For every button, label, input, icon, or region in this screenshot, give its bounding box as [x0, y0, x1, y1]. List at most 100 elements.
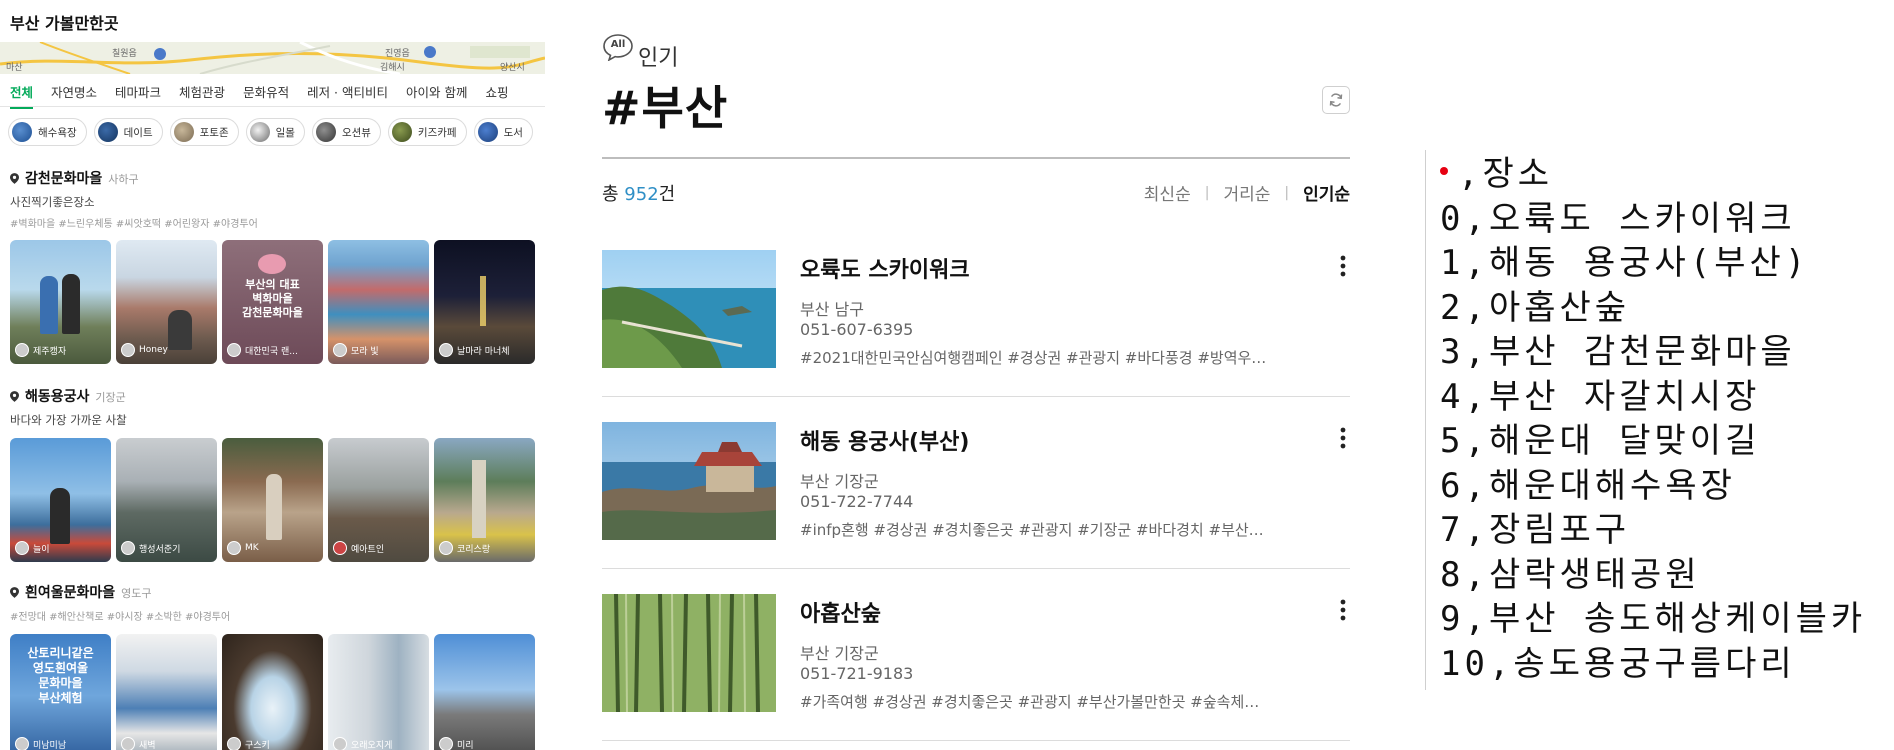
place-description: 바다와 가장 가까운 사찰 [10, 413, 127, 427]
sort-popular[interactable]: 인기순 [1303, 180, 1350, 205]
mini-map[interactable]: 칠원읍 진영읍 김해시 양산시 마산 [0, 42, 545, 74]
card-divider [602, 740, 1350, 741]
result-title[interactable]: 해동 용궁사(부산) [800, 424, 969, 456]
sort-separator: | [1204, 184, 1210, 201]
place-tags: #전망대 #해안산책로 #야시장 #소박한 #야경투어 [10, 612, 231, 623]
place-photo[interactable]: 모라 빛 [328, 240, 429, 364]
avatar [333, 541, 347, 555]
place-recommend-panel: 부산 가볼만한곳 칠원읍 진영읍 김해시 양산시 마산 전체 자연명소 테마파크… [0, 0, 545, 750]
place-photo[interactable]: 예아트인 [328, 438, 429, 562]
chip-sunset[interactable]: 일몰 [245, 118, 305, 146]
sort-distance[interactable]: 거리순 [1223, 180, 1270, 205]
tab-nature[interactable]: 자연명소 [51, 82, 97, 109]
photo-row: 제주캥자 Honey 부산의 대표 벽화마을 감천문화마을 대한민국 랜... … [10, 240, 535, 364]
result-card[interactable]: 해동 용궁사(부산) 부산 기장군 051-722-7744 #infp혼행 #… [602, 422, 1350, 594]
place-name[interactable]: 흰여울문화마을 [25, 582, 115, 602]
place-photo[interactable]: 날마라 마너체 [434, 240, 535, 364]
tab-leisure[interactable]: 레저 · 액티비티 [307, 82, 388, 109]
chip-kids-cafe[interactable]: 키즈카페 [387, 118, 467, 146]
result-photo[interactable] [602, 250, 776, 368]
place-name[interactable]: 해동용궁사 [25, 386, 89, 406]
more-options-icon[interactable] [1338, 426, 1348, 450]
tab-with-kids[interactable]: 아이와 함께 [406, 82, 467, 109]
chip-photozone[interactable]: 포토존 [169, 118, 239, 146]
place-photo[interactable]: 산토리니같은 영도흰여울 문화마을 부산체험 미남미남 [10, 634, 111, 750]
hashtag-results-panel: All 인기 #부산 총 952건 최신순 | 거리순 | 인기순 오륙도 스카… [602, 0, 1354, 750]
sort-latest[interactable]: 최신순 [1144, 180, 1191, 205]
place-description: 사진찍기좋은장소 [10, 195, 95, 209]
place-district: 사하구 [108, 173, 139, 186]
place-photo[interactable]: 오래오지게 [328, 634, 429, 750]
chip-oceanview[interactable]: 오션뷰 [311, 118, 381, 146]
photo-user: 구스키 [245, 740, 270, 750]
chip-date[interactable]: 데이트 [93, 118, 163, 146]
tab-shopping[interactable]: 쇼핑 [485, 82, 508, 109]
oceanview-thumb-icon [315, 122, 336, 142]
result-title[interactable]: 오륙도 스카이워크 [800, 252, 970, 284]
list-item: 2,아홉산숲 [1440, 287, 1631, 328]
place-photo[interactable]: MK [222, 438, 323, 562]
list-item: 4,부산 자갈치시장 [1440, 376, 1761, 417]
list-item: 8,삼락생태공원 [1440, 554, 1701, 595]
tab-experience[interactable]: 체험관광 [179, 82, 225, 109]
kids-cafe-thumb-icon [391, 122, 412, 142]
place-photo[interactable]: 구스키 [222, 634, 323, 750]
photo-user: MK [245, 543, 259, 553]
more-options-icon[interactable] [1338, 254, 1348, 278]
place-photo[interactable]: 부산의 대표 벽화마을 감천문화마을 대한민국 랜... [222, 240, 323, 364]
avatar [439, 737, 453, 750]
total-prefix: 총 [602, 184, 619, 205]
photozone-thumb-icon [173, 122, 194, 142]
all-badge-icon: All [602, 33, 634, 65]
chip-label: 도서 [503, 126, 523, 139]
place-name[interactable]: 감천문화마을 [25, 168, 102, 188]
avatar [121, 541, 135, 555]
place-photo[interactable]: 늘이 [10, 438, 111, 562]
place-photo[interactable]: 제주캥자 [10, 240, 111, 364]
place-photo[interactable]: Honey [116, 240, 217, 364]
photo-user: Honey [139, 345, 168, 355]
beach-thumb-icon [12, 122, 32, 142]
sunset-thumb-icon [249, 122, 270, 142]
result-phone: 051-607-6395 [800, 320, 914, 339]
list-item: 1,해동 용궁사(부산) [1440, 243, 1810, 283]
tab-theme-park[interactable]: 테마파크 [115, 82, 161, 109]
photo-user: 대한민국 랜... [245, 346, 298, 357]
list-item: 10,송도용궁구름다리 [1440, 643, 1796, 684]
place-photo[interactable]: 행성서준기 [116, 438, 217, 562]
chip-label: 데이트 [123, 126, 153, 139]
result-tags: #2021대한민국안심여행캠페인 #경상권 #관광지 #바다풍경 #방역우… [800, 349, 1267, 367]
panel-title: 부산 가볼만한곳 [10, 14, 119, 33]
tab-divider [0, 106, 545, 107]
card-divider [602, 396, 1350, 397]
result-photo[interactable] [602, 422, 776, 540]
photo-user: 미리 [457, 740, 474, 750]
result-location: 부산 기장군 [800, 644, 879, 663]
result-location: 부산 남구 [800, 300, 864, 319]
place-photo[interactable]: 새벽 [116, 634, 217, 750]
tab-heritage[interactable]: 문화유적 [243, 82, 289, 109]
chip-library[interactable]: 도서 [473, 118, 533, 146]
filter-chips: 해수욕장 데이트 포토존 일몰 오션뷰 키즈카페 도서 [8, 118, 533, 146]
avatar [121, 343, 135, 357]
place-district: 영도구 [121, 587, 152, 600]
result-card[interactable]: 아홉산숲 부산 기장군 051-721-9183 #가족여행 #경상권 #경치좋… [602, 594, 1350, 750]
map-label: 김해시 [380, 63, 405, 73]
refresh-button[interactable] [1322, 86, 1350, 114]
result-photo[interactable] [602, 594, 776, 712]
result-card[interactable]: 오륙도 스카이워크 부산 남구 051-607-6395 #2021대한민국안심… [602, 250, 1350, 422]
result-location: 부산 기장군 [800, 472, 879, 491]
more-options-icon[interactable] [1338, 598, 1348, 622]
tab-all[interactable]: 전체 [10, 82, 34, 109]
photo-user: 행성서준기 [139, 544, 181, 555]
place-photo[interactable]: 미리 [434, 634, 535, 750]
result-tags: #infp혼행 #경상권 #경치좋은곳 #관광지 #기장군 #바다경치 #부산… [800, 521, 1264, 539]
place-section: 해동용궁사 기장군 바다와 가장 가까운 사찰 [10, 386, 545, 428]
header-divider [602, 157, 1350, 159]
place-photo[interactable]: 코리스랑 [434, 438, 535, 562]
result-title[interactable]: 아홉산숲 [800, 596, 881, 628]
chip-beach[interactable]: 해수욕장 [8, 118, 87, 146]
chip-label: 일몰 [275, 126, 295, 139]
place-section: 감천문화마을 사하구 사진찍기좋은장소 #벽화마을 #느린우체통 #씨앗호떡 #… [10, 168, 545, 230]
ranking-list: ,장소 0,오륙도 스카이워크 1,해동 용궁사(부산) 2,아홉산숲 3,부산… [1440, 152, 1866, 686]
